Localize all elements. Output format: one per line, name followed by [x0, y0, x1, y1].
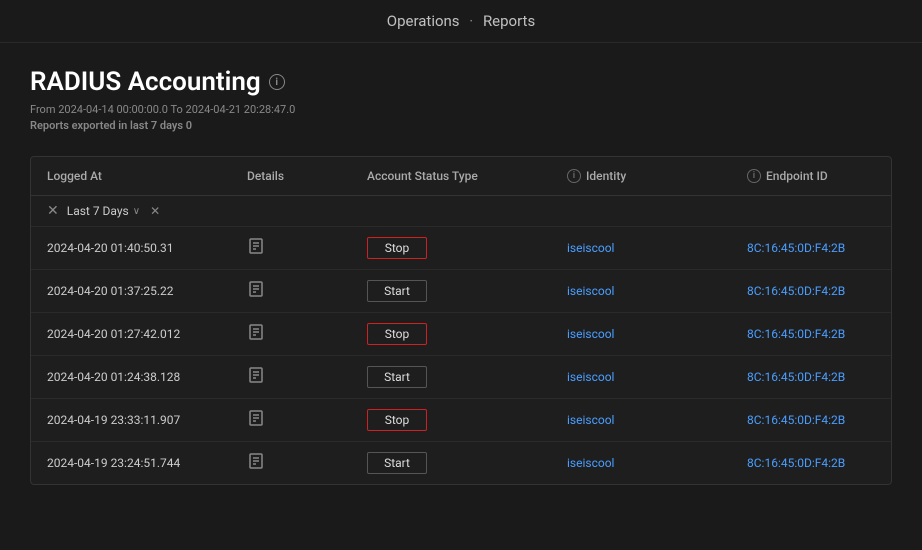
- cell-logged-at: 2024-04-19 23:33:11.907: [47, 413, 247, 427]
- endpoint-link[interactable]: 8C:16:45:0D:F4:2B: [747, 456, 845, 470]
- data-table: Logged At Details Account Status Type i …: [30, 156, 892, 485]
- breadcrumb-separator: ·: [469, 12, 473, 30]
- status-badge: Stop: [367, 237, 427, 259]
- date-range-subtitle: From 2024-04-14 00:00:00.0 To 2024-04-21…: [30, 103, 892, 116]
- identity-link[interactable]: iseiscool: [567, 370, 614, 384]
- details-icon: [247, 280, 265, 298]
- identity-link[interactable]: iseiscool: [567, 456, 614, 470]
- cell-endpoint-id[interactable]: 8C:16:45:0D:F4:2B: [747, 327, 875, 342]
- cell-endpoint-id[interactable]: 8C:16:45:0D:F4:2B: [747, 241, 875, 256]
- identity-link[interactable]: iseiscool: [567, 413, 614, 427]
- col-header-logged-at: Logged At: [47, 169, 247, 183]
- table-row: 2024-04-19 23:33:11.907 Stop iseiscool 8…: [31, 399, 891, 442]
- details-icon: [247, 237, 265, 255]
- cell-endpoint-id[interactable]: 8C:16:45:0D:F4:2B: [747, 413, 875, 428]
- title-info-icon[interactable]: i: [269, 74, 285, 90]
- endpoint-info-icon[interactable]: i: [747, 169, 761, 183]
- identity-link[interactable]: iseiscool: [567, 241, 614, 255]
- cell-identity[interactable]: iseiscool: [567, 327, 747, 342]
- table-row: 2024-04-20 01:24:38.128 Start iseiscool …: [31, 356, 891, 399]
- filter-chevron-icon: ∨: [133, 206, 140, 217]
- details-icon: [247, 366, 265, 384]
- exports-info: Reports exported in last 7 days 0: [30, 119, 892, 132]
- cell-status: Start: [367, 280, 567, 302]
- cell-logged-at: 2024-04-19 23:24:51.744: [47, 456, 247, 470]
- cell-identity[interactable]: iseiscool: [567, 241, 747, 256]
- cell-identity[interactable]: iseiscool: [567, 284, 747, 299]
- endpoint-link[interactable]: 8C:16:45:0D:F4:2B: [747, 241, 845, 255]
- table-row: 2024-04-20 01:37:25.22 Start iseiscool 8…: [31, 270, 891, 313]
- nav-operations[interactable]: Operations: [387, 12, 460, 30]
- endpoint-link[interactable]: 8C:16:45:0D:F4:2B: [747, 327, 845, 341]
- status-badge: Stop: [367, 409, 427, 431]
- main-content: RADIUS Accounting i From 2024-04-14 00:0…: [0, 43, 922, 485]
- cell-endpoint-id[interactable]: 8C:16:45:0D:F4:2B: [747, 456, 875, 471]
- table-row: 2024-04-20 01:40:50.31 Stop iseiscool 8C…: [31, 227, 891, 270]
- cell-logged-at: 2024-04-20 01:37:25.22: [47, 284, 247, 298]
- status-badge: Start: [367, 366, 427, 388]
- page-title: RADIUS Accounting: [30, 67, 261, 97]
- cell-details[interactable]: [247, 409, 367, 431]
- status-badge: Start: [367, 280, 427, 302]
- cell-details[interactable]: [247, 323, 367, 345]
- cell-status: Stop: [367, 237, 567, 259]
- cell-details[interactable]: [247, 280, 367, 302]
- cell-status: Start: [367, 366, 567, 388]
- status-badge: Stop: [367, 323, 427, 345]
- endpoint-link[interactable]: 8C:16:45:0D:F4:2B: [747, 370, 845, 384]
- cell-status: Stop: [367, 323, 567, 345]
- details-icon: [247, 409, 265, 427]
- identity-info-icon[interactable]: i: [567, 169, 581, 183]
- table-row: 2024-04-19 23:24:51.744 Start iseiscool …: [31, 442, 891, 484]
- cell-details[interactable]: [247, 452, 367, 474]
- details-icon: [247, 452, 265, 470]
- endpoint-link[interactable]: 8C:16:45:0D:F4:2B: [747, 413, 845, 427]
- cell-details[interactable]: [247, 237, 367, 259]
- filter-tag-last7days[interactable]: Last 7 Days ∨: [67, 204, 140, 218]
- cell-identity[interactable]: iseiscool: [567, 413, 747, 428]
- col-header-account-status-type: Account Status Type: [367, 169, 567, 183]
- cell-logged-at: 2024-04-20 01:40:50.31: [47, 241, 247, 255]
- identity-link[interactable]: iseiscool: [567, 284, 614, 298]
- endpoint-link[interactable]: 8C:16:45:0D:F4:2B: [747, 284, 845, 298]
- cell-logged-at: 2024-04-20 01:24:38.128: [47, 370, 247, 384]
- top-navigation: Operations · Reports: [0, 0, 922, 43]
- cell-status: Stop: [367, 409, 567, 431]
- cell-logged-at: 2024-04-20 01:27:42.012: [47, 327, 247, 341]
- page-title-row: RADIUS Accounting i: [30, 67, 892, 97]
- details-icon: [247, 323, 265, 341]
- cell-identity[interactable]: iseiscool: [567, 370, 747, 385]
- filter-row: ✕ Last 7 Days ∨ ✕: [31, 196, 891, 227]
- col-header-details: Details: [247, 169, 367, 183]
- nav-reports[interactable]: Reports: [483, 12, 535, 30]
- col-header-endpoint-id: i Endpoint ID: [747, 169, 875, 183]
- cell-endpoint-id[interactable]: 8C:16:45:0D:F4:2B: [747, 284, 875, 299]
- filter-clear-all[interactable]: ✕: [47, 204, 59, 218]
- filter-tag-close[interactable]: ✕: [150, 204, 160, 218]
- cell-details[interactable]: [247, 366, 367, 388]
- table-row: 2024-04-20 01:27:42.012 Stop iseiscool 8…: [31, 313, 891, 356]
- identity-link[interactable]: iseiscool: [567, 327, 614, 341]
- table-header: Logged At Details Account Status Type i …: [31, 157, 891, 196]
- cell-identity[interactable]: iseiscool: [567, 456, 747, 471]
- cell-endpoint-id[interactable]: 8C:16:45:0D:F4:2B: [747, 370, 875, 385]
- status-badge: Start: [367, 452, 427, 474]
- breadcrumb: Operations · Reports: [387, 12, 535, 30]
- col-header-identity: i Identity: [567, 169, 747, 183]
- cell-status: Start: [367, 452, 567, 474]
